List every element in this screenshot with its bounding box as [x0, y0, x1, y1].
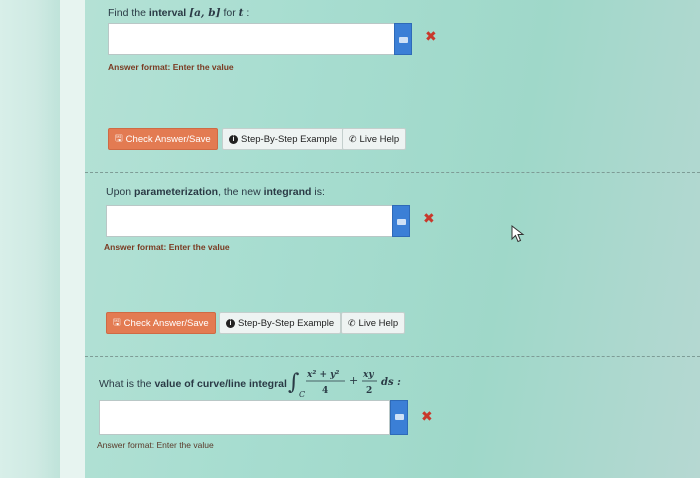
fraction-1-numerator: x² + y²	[306, 370, 339, 380]
check-answer-button-2[interactable]: 🖫 Check Answer/Save	[106, 312, 216, 334]
keyboard-button-1[interactable]	[394, 23, 412, 55]
step-by-step-button-1[interactable]: i Step-By-Step Example	[222, 128, 345, 150]
answer-input-3[interactable]	[99, 400, 390, 435]
fraction-2-denominator: 2	[366, 386, 372, 396]
clear-answer-2[interactable]: ✖	[423, 211, 435, 227]
plus-sign: +	[349, 374, 358, 387]
answer-input-2[interactable]	[106, 205, 396, 237]
answer-input-1[interactable]	[108, 23, 398, 55]
info-icon: i	[229, 134, 238, 144]
left-margin	[0, 0, 60, 478]
keyboard-icon	[395, 414, 404, 420]
live-help-button-2[interactable]: ✆ Live Help	[341, 312, 406, 334]
save-icon: 🖫	[113, 317, 121, 327]
keyboard-icon	[399, 37, 408, 43]
phone-icon: ✆	[348, 317, 356, 328]
divider-1	[85, 172, 700, 173]
question-3-text: What is the value of curve/line integral	[99, 378, 287, 390]
fraction-2-numerator: xy	[362, 370, 374, 380]
question-panel: Find the interval [a, b] for t : ✖ Answe…	[85, 0, 700, 478]
divider-2	[85, 356, 700, 357]
differential-ds: ds :	[381, 377, 401, 388]
phone-icon: ✆	[349, 133, 357, 144]
keyboard-button-2[interactable]	[392, 205, 410, 237]
question-1-text: Find the interval [a, b] for t :	[108, 7, 250, 19]
fraction-1-denominator: 4	[322, 386, 328, 396]
keyboard-button-3[interactable]	[390, 400, 408, 435]
left-strip	[60, 0, 85, 478]
answer-format-1: Answer format: Enter the value	[108, 62, 234, 72]
integral-subscript: C	[299, 390, 305, 399]
step-by-step-button-2[interactable]: i Step-By-Step Example	[219, 312, 342, 334]
check-answer-button-1[interactable]: 🖫 Check Answer/Save	[108, 128, 218, 150]
question-2-text: Upon parameterization, the new integrand…	[106, 186, 325, 198]
integral-expression: ∫ C x² + y² 4 + xy 2 ds :	[288, 370, 401, 399]
clear-answer-1[interactable]: ✖	[425, 29, 437, 45]
save-icon: 🖫	[115, 133, 123, 143]
answer-format-2: Answer format: Enter the value	[104, 242, 230, 252]
clear-answer-3[interactable]: ✖	[421, 409, 433, 425]
live-help-button-1[interactable]: ✆ Live Help	[342, 128, 407, 150]
keyboard-icon	[397, 219, 406, 225]
answer-format-3: Answer format: Enter the value	[97, 440, 214, 450]
mouse-cursor-icon	[511, 225, 525, 243]
info-icon: i	[226, 318, 235, 328]
